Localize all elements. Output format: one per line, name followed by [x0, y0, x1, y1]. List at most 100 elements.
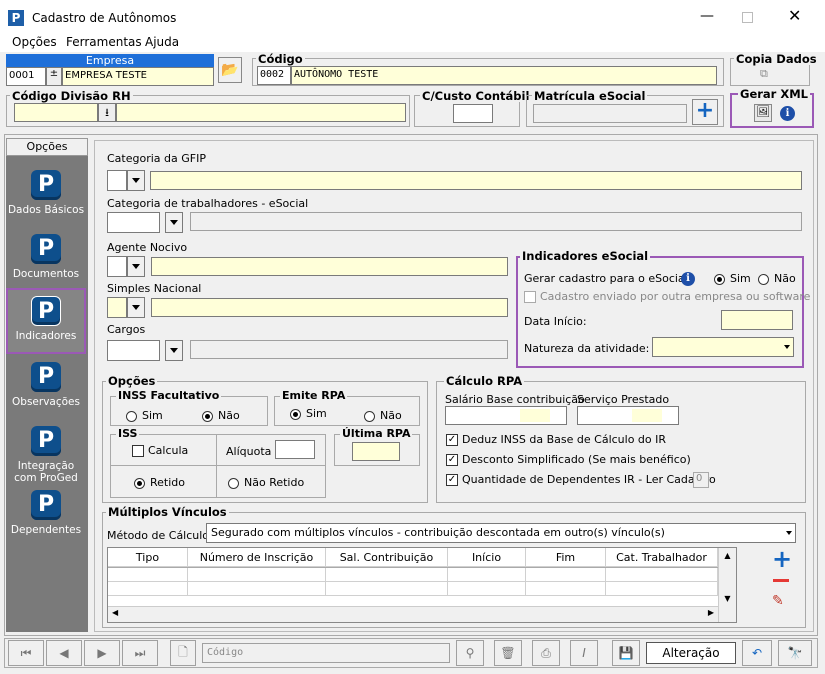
grid-vscroll[interactable]: ▲ ▼ [718, 548, 736, 622]
maximize-icon[interactable] [742, 12, 753, 23]
enviado-checkbox[interactable]: Cadastro enviado por outra empresa ou so… [524, 290, 810, 303]
sidebar-item-dados-basicos[interactable]: P Dados Básicos [6, 164, 86, 226]
empresa-name[interactable]: EMPRESA TESTE [62, 67, 214, 86]
save-button[interactable]: 💾 [612, 640, 640, 666]
custo-field[interactable] [453, 104, 493, 123]
cat-esocial-code[interactable] [107, 212, 160, 233]
data-inicio-field[interactable] [721, 310, 793, 330]
matricula-field[interactable] [533, 104, 687, 123]
menu-ferramentas[interactable]: Ferramentas [66, 35, 142, 49]
grid-hscroll[interactable]: ◀ ▶ [108, 606, 718, 622]
cargos-dropdown[interactable] [165, 340, 183, 361]
sidebar-item-integracao[interactable]: P Integração com ProGed [6, 420, 86, 484]
table-row[interactable] [108, 582, 736, 596]
col-sal-contribuicao[interactable]: Sal. Contribuição [326, 548, 448, 567]
sidebar-item-observacoes[interactable]: P Observações [6, 356, 86, 418]
desconto-checkbox[interactable]: ✓ Desconto Simplificado (Se mais benéfico… [446, 453, 691, 466]
sidebar-item-dependentes[interactable]: P Dependentes [6, 484, 86, 546]
folder-open-button[interactable]: 📂 [218, 57, 242, 83]
divisao-lookup-icon[interactable]: ⭳ [98, 103, 116, 122]
cat-esocial-name [190, 212, 802, 231]
codigo-code[interactable]: 0002 [257, 66, 291, 85]
chevron-down-icon[interactable] [782, 339, 792, 355]
iss-retido-radio[interactable]: Retido [134, 476, 185, 489]
edit-pencil-icon[interactable]: ✎ [772, 593, 784, 609]
col-fim[interactable]: Fim [526, 548, 606, 567]
copy-icon[interactable]: ⧉ [760, 67, 776, 81]
new-record-button[interactable]: 🗋 [170, 640, 196, 666]
cat-esocial-dropdown[interactable] [165, 212, 183, 233]
codigo-name[interactable]: AUTÔNOMO TESTE [291, 66, 717, 85]
salario-field[interactable] [445, 406, 567, 425]
inss-fac-label: INSS Facultativo [116, 389, 222, 402]
cargos-code[interactable] [107, 340, 160, 361]
binoculars-button[interactable]: 🔭 [778, 640, 812, 666]
info-icon[interactable]: i [780, 106, 795, 121]
table-row[interactable] [108, 568, 736, 582]
chevron-down-icon[interactable] [784, 525, 794, 541]
salario-label: Salário Base contribuição [445, 393, 585, 406]
inss-sim-radio[interactable]: Sim [126, 409, 163, 422]
cargos-label: Cargos [107, 323, 146, 336]
last-record-button[interactable]: ⏭ [122, 640, 158, 666]
agente-code[interactable] [107, 256, 127, 277]
inss-nao-radio[interactable]: Não [202, 409, 240, 422]
first-record-button[interactable]: ⏮ [8, 640, 44, 666]
simples-dropdown[interactable] [127, 297, 145, 318]
info-icon[interactable]: i [681, 272, 695, 286]
gerar-xml-label: Gerar XML [738, 87, 810, 101]
deduz-checkbox[interactable]: ✓ Deduz INSS da Base de Cálculo do IR [446, 433, 666, 446]
iss-divider-v [216, 434, 217, 498]
ultima-rpa-field[interactable] [352, 442, 400, 461]
col-cat-trabalhador[interactable]: Cat. Trabalhador [606, 548, 718, 567]
sidebar-item-documentos[interactable]: P Documentos [6, 228, 86, 290]
empresa-code[interactable]: 0001 [6, 67, 46, 86]
checkbox-icon [132, 445, 144, 457]
gfip-name[interactable] [150, 171, 802, 190]
divisao-name[interactable] [116, 103, 406, 122]
simples-code[interactable] [107, 297, 127, 318]
menu-opcoes[interactable]: Opções [12, 35, 57, 49]
xml-generate-icon[interactable]: 🖼 [754, 104, 772, 122]
metodo-select[interactable]: Segurado com múltiplos vínculos - contri… [206, 523, 796, 543]
search-record-button[interactable]: ⚲ [456, 640, 484, 666]
col-inicio[interactable]: Início [448, 548, 526, 567]
add-matricula-button[interactable]: + [692, 99, 718, 125]
divisao-code[interactable] [14, 103, 98, 122]
next-record-button[interactable]: ▶ [84, 640, 120, 666]
prev-record-button[interactable]: ◀ [46, 640, 82, 666]
gfip-dropdown[interactable] [127, 170, 145, 191]
empresa-lookup-icon[interactable]: ± [46, 67, 62, 86]
gfip-code[interactable] [107, 170, 127, 191]
aliquota-field[interactable] [275, 440, 315, 459]
gerar-nao-radio[interactable]: Não [758, 272, 796, 285]
dependentes-checkbox[interactable]: ✓ Quantidade de Dependentes IR - Ler Cada… [446, 473, 716, 486]
agente-dropdown[interactable] [127, 256, 145, 277]
gfip-label: Categoria da GFIP [107, 152, 206, 165]
add-row-icon[interactable]: + [772, 547, 792, 571]
close-icon[interactable]: ✕ [788, 6, 801, 25]
undo-button[interactable]: ↶ [742, 640, 772, 666]
gerar-sim-radio[interactable]: Sim [714, 272, 751, 285]
simples-name[interactable] [151, 298, 508, 317]
iss-nao-retido-radio[interactable]: Não Retido [228, 476, 304, 489]
minimize-icon[interactable]: — [700, 8, 714, 24]
p-logo-icon: P [31, 234, 61, 264]
sidebar-item-indicadores[interactable]: P Indicadores [6, 288, 86, 354]
servico-field[interactable] [577, 406, 679, 425]
emite-nao-radio[interactable]: Não [364, 409, 402, 422]
ultima-rpa-label: Última RPA [340, 427, 413, 440]
agente-name[interactable] [151, 257, 508, 276]
delete-record-button[interactable]: 🗑 [494, 640, 522, 666]
menu-ajuda[interactable]: Ajuda [145, 35, 179, 49]
italic-button[interactable]: I [570, 640, 598, 666]
iss-calcula-checkbox[interactable]: Calcula [132, 444, 188, 457]
vinculos-grid[interactable]: Tipo Número de Inscrição Sal. Contribuiç… [107, 547, 737, 623]
remove-row-icon[interactable] [773, 579, 789, 582]
codigo-search-input[interactable]: Código [202, 643, 450, 663]
col-tipo[interactable]: Tipo [108, 548, 188, 567]
print-button[interactable]: ⎙ [532, 640, 560, 666]
natureza-select[interactable] [652, 337, 794, 357]
col-inscricao[interactable]: Número de Inscrição [188, 548, 326, 567]
emite-sim-radio[interactable]: Sim [290, 407, 327, 420]
